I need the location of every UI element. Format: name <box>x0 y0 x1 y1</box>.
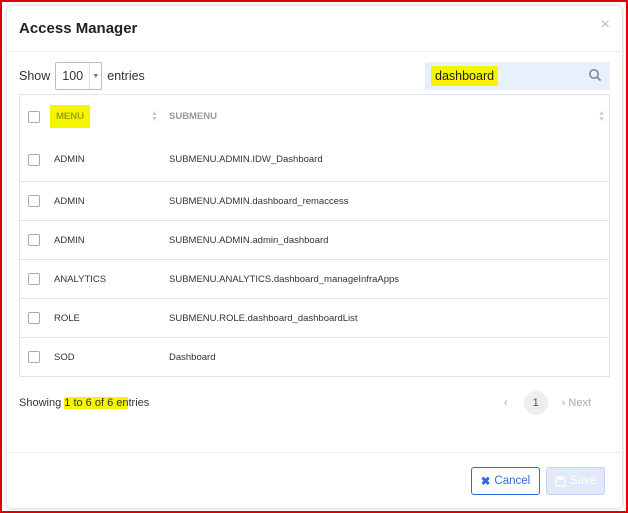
select-all-checkbox[interactable] <box>28 110 40 123</box>
cancel-label: Cancel <box>494 475 531 487</box>
column-header-submenu[interactable]: SUBMENU <box>169 111 217 122</box>
menu-cell: ANALYTICS <box>54 273 107 285</box>
menu-cell: ADMIN <box>54 234 85 246</box>
pagination: ‹ 1 › Next <box>504 391 591 415</box>
access-manager-modal: Access Manager × Show 100 ▼ entries dashb… <box>7 6 622 508</box>
search-input[interactable]: dashboard <box>425 62 610 90</box>
table-row[interactable]: SOD Dashboard <box>20 337 609 376</box>
table-row[interactable]: ADMIN SUBMENU.ADMIN.IDW_Dashboard <box>20 138 609 181</box>
submenu-cell: SUBMENU.ANALYTICS.dashboard_manageInfraA… <box>169 273 400 285</box>
row-checkbox[interactable] <box>28 351 40 363</box>
save-icon <box>555 475 566 487</box>
page-1-button[interactable]: 1 <box>523 391 548 415</box>
row-checkbox[interactable] <box>28 195 40 207</box>
search-value: dashboard <box>431 66 499 86</box>
save-button[interactable]: Save <box>546 467 605 495</box>
cancel-button[interactable]: ✖ Cancel <box>471 467 540 495</box>
info-highlight: 1 to 6 of 6 en <box>64 397 129 409</box>
submenu-cell: Dashboard <box>169 351 216 363</box>
entries-length: Show 100 ▼ entries <box>19 62 145 90</box>
entries-value: 100 <box>62 69 84 83</box>
table-row[interactable]: ANALYTICS SUBMENU.ANALYTICS.dashboard_man… <box>20 259 609 298</box>
row-checkbox[interactable] <box>28 312 40 324</box>
menu-cell: SOD <box>54 351 75 363</box>
search-icon[interactable] <box>588 68 602 82</box>
column-header-menu[interactable]: MENU <box>50 105 90 128</box>
previous-button[interactable]: ‹ <box>504 397 508 409</box>
table-row[interactable]: ADMIN SUBMENU.ADMIN.dashboard_remaccess <box>20 181 609 220</box>
table-header: MENU ▲ ▼ SUBMENU ▲ ▼ <box>20 95 609 138</box>
sort-icon[interactable]: ▲ ▼ <box>151 110 158 123</box>
row-checkbox[interactable] <box>28 153 40 166</box>
info-prefix: Showing <box>19 397 65 409</box>
menu-cell: ADMIN <box>54 154 85 165</box>
row-checkbox[interactable] <box>28 273 40 285</box>
submenu-cell: SUBMENU.ADMIN.dashboard_remaccess <box>169 195 349 207</box>
entries-select[interactable]: 100 ▼ <box>55 62 103 90</box>
table-row[interactable]: ROLE SUBMENU.ROLE.dashboard_dashboardList <box>20 298 609 337</box>
access-table: MENU ▲ ▼ SUBMENU ▲ ▼ ADMIN SUBMENU.ADMIN.ID… <box>19 94 610 377</box>
divider <box>7 452 622 453</box>
table-info: Showing 1 to 6 of 6 entries <box>19 397 149 409</box>
close-icon[interactable]: × <box>601 16 610 34</box>
divider <box>7 51 622 52</box>
menu-cell: ADMIN <box>54 195 85 207</box>
show-label: Show <box>19 69 51 83</box>
submenu-cell: SUBMENU.ADMIN.admin_dashboard <box>169 234 329 246</box>
close-icon: ✖ <box>480 476 491 488</box>
save-label: Save <box>569 475 597 487</box>
submenu-cell: SUBMENU.ROLE.dashboard_dashboardList <box>169 312 358 324</box>
menu-cell: ROLE <box>54 312 80 324</box>
next-button[interactable]: › Next <box>562 397 591 409</box>
submenu-cell: SUBMENU.ADMIN.IDW_Dashboard <box>169 154 323 165</box>
chevron-down-icon: ▼ <box>89 63 101 89</box>
table-row[interactable]: ADMIN SUBMENU.ADMIN.admin_dashboard <box>20 220 609 259</box>
row-checkbox[interactable] <box>28 234 40 246</box>
modal-title: Access Manager <box>19 20 138 37</box>
sort-icon[interactable]: ▲ ▼ <box>598 110 605 123</box>
entries-label: entries <box>107 69 145 83</box>
info-suffix: tries <box>128 397 150 409</box>
